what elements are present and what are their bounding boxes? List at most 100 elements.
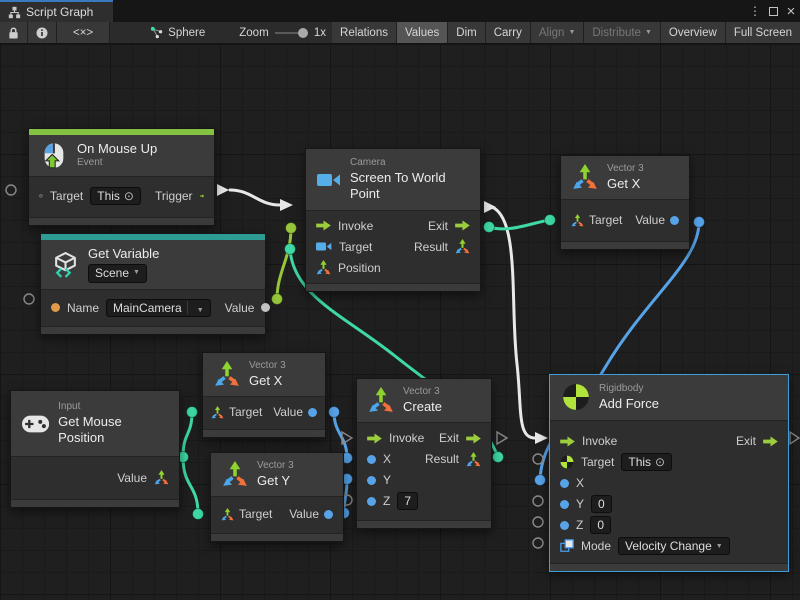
z-value-field[interactable]: 7 <box>397 492 418 510</box>
node-category: Vector 3 <box>257 460 294 473</box>
port-dot-z <box>560 521 569 530</box>
maximize-icon[interactable] <box>764 0 782 22</box>
tab-script-graph[interactable]: Script Graph <box>0 0 113 22</box>
port-label-y: Y <box>383 473 391 487</box>
tab-strip: Script Graph ⋮ × <box>0 0 800 22</box>
port-label-exit: Exit <box>439 431 459 445</box>
port-hollow-addforce-exit[interactable] <box>790 432 799 444</box>
zoom-slider-handle[interactable] <box>298 28 308 38</box>
fullscreen-button[interactable]: Full Screen <box>726 22 800 43</box>
node-title: Get Mouse Position <box>58 414 168 447</box>
distribute-dropdown[interactable]: Distribute <box>584 22 661 43</box>
control-arrow-icon <box>763 436 778 447</box>
port-hollow-addforce-y[interactable] <box>533 496 543 506</box>
values-button[interactable]: Values <box>397 22 448 43</box>
port-dot-getxmid-target[interactable] <box>187 407 198 418</box>
graph-toolbar: <×> Sphere Zoom 1x Relations Values Dim … <box>0 22 800 44</box>
port-hollow-variable-name[interactable] <box>24 294 34 304</box>
zoom-slider[interactable] <box>275 32 308 34</box>
port-dot-gety-target[interactable] <box>193 509 204 520</box>
close-icon[interactable]: × <box>782 0 800 22</box>
node-get-x-top[interactable]: Vector 3 Get X Target Value <box>560 155 690 250</box>
lock-button[interactable] <box>0 22 28 43</box>
port-dot-x <box>560 479 569 488</box>
port-arrow-trigger-out[interactable] <box>217 184 229 196</box>
port-dot-getxtop-target[interactable] <box>545 215 556 226</box>
port-hollow-addforce-z[interactable] <box>533 517 543 527</box>
port-label-target: Target <box>229 405 262 419</box>
port-label-value: Value <box>117 471 147 485</box>
graph-name: Sphere <box>144 22 211 43</box>
variable-icon <box>52 251 79 278</box>
port-dot-addforce-x[interactable] <box>535 475 546 486</box>
target-this-chip[interactable]: This <box>90 187 141 205</box>
port-dot-camera-target[interactable] <box>286 223 297 234</box>
y-value-field[interactable]: 0 <box>591 495 612 513</box>
relations-button[interactable]: Relations <box>332 22 397 43</box>
port-label-trigger: Trigger <box>155 189 193 203</box>
port-label-z: Z <box>576 518 583 532</box>
port-label-invoke: Invoke <box>389 431 424 445</box>
port-arrow-addforce-invoke[interactable] <box>535 432 548 444</box>
port-dot-create-result[interactable] <box>493 452 504 463</box>
port-label-x: X <box>576 476 584 490</box>
graph-name-label: Sphere <box>168 27 205 39</box>
info-button[interactable] <box>28 22 57 43</box>
port-dot-getxmid-value[interactable] <box>329 407 340 418</box>
port-dot-getxtop-value[interactable] <box>694 217 705 228</box>
enum-icon <box>560 539 574 553</box>
window-menu-icon[interactable]: ⋮ <box>746 0 764 22</box>
lock-icon <box>8 27 19 39</box>
port-dot-variable-value[interactable] <box>272 294 283 305</box>
node-get-variable[interactable]: Get Variable Scene Name MainCamera Value <box>40 233 266 335</box>
node-add-force[interactable]: Rigidbody Add Force Invoke Exit <box>549 374 789 572</box>
variable-scope-dropdown[interactable]: Scene <box>88 264 147 283</box>
vector3-port-icon <box>466 452 481 467</box>
port-label-target: Target <box>50 189 83 203</box>
wire-mouse-to-getx-target[interactable] <box>183 412 192 457</box>
port-dot-value <box>308 408 317 417</box>
node-get-mouse-position[interactable]: Input Get Mouse Position Value <box>10 390 180 508</box>
graph-canvas[interactable]: On Mouse Up Event Target This Trigger <box>0 44 800 600</box>
wire-mouse-to-gety-target[interactable] <box>183 457 198 514</box>
code-view-button[interactable]: <×> <box>57 22 110 43</box>
port-hollow-addforce-mode[interactable] <box>533 538 543 548</box>
port-dot-camera-position[interactable] <box>285 244 296 255</box>
z-value-field[interactable]: 0 <box>590 516 611 534</box>
mode-dropdown[interactable]: Velocity Change <box>618 537 730 555</box>
node-category: Vector 3 <box>249 360 286 373</box>
port-label-name: Name <box>67 301 99 315</box>
tab-title: Script Graph <box>26 5 93 19</box>
control-arrow-icon <box>455 220 470 231</box>
wire-variable-to-camera-target[interactable] <box>277 228 291 299</box>
port-arrow-camera-invoke[interactable] <box>280 199 293 211</box>
target-this-chip[interactable]: This <box>621 453 672 471</box>
node-screen-to-world-point[interactable]: Camera Screen To World Point Invoke Exit… <box>305 148 481 292</box>
port-arrow-camera-exit[interactable] <box>484 201 496 213</box>
node-on-mouse-up[interactable]: On Mouse Up Event Target This Trigger <box>28 128 215 226</box>
port-hollow-onmouseup-target[interactable] <box>6 185 16 195</box>
port-hollow-addforce-target[interactable] <box>533 454 543 464</box>
port-label-y: Y <box>576 497 584 511</box>
port-dot-camera-result[interactable] <box>484 222 495 233</box>
port-hollow-create-exit[interactable] <box>497 432 507 444</box>
port-dot-z <box>367 497 376 506</box>
control-arrow-icon <box>466 433 481 444</box>
node-create-vector3[interactable]: Vector 3 Create Invoke Exit X Result <box>356 378 492 529</box>
wire-trigger-to-invoke[interactable] <box>230 190 280 205</box>
port-label-x: X <box>383 452 391 466</box>
variable-name-dropdown[interactable]: MainCamera <box>106 299 211 317</box>
vector3-port-icon <box>571 214 584 227</box>
node-get-x-mid[interactable]: Vector 3 Get X Target Value <box>202 352 326 438</box>
node-get-y[interactable]: Vector 3 Get Y Target Value <box>210 452 344 542</box>
vector3-port-icon <box>211 406 224 419</box>
overview-button[interactable]: Overview <box>661 22 726 43</box>
align-dropdown[interactable]: Align <box>531 22 585 43</box>
wire-exit-to-addforce-invoke[interactable] <box>492 207 535 438</box>
node-category: Rigidbody <box>599 383 659 396</box>
carry-button[interactable]: Carry <box>486 22 531 43</box>
port-label-invoke: Invoke <box>338 219 373 233</box>
wire-result-to-getx-target[interactable] <box>489 220 550 229</box>
node-category: Vector 3 <box>607 163 644 176</box>
dim-button[interactable]: Dim <box>448 22 485 43</box>
